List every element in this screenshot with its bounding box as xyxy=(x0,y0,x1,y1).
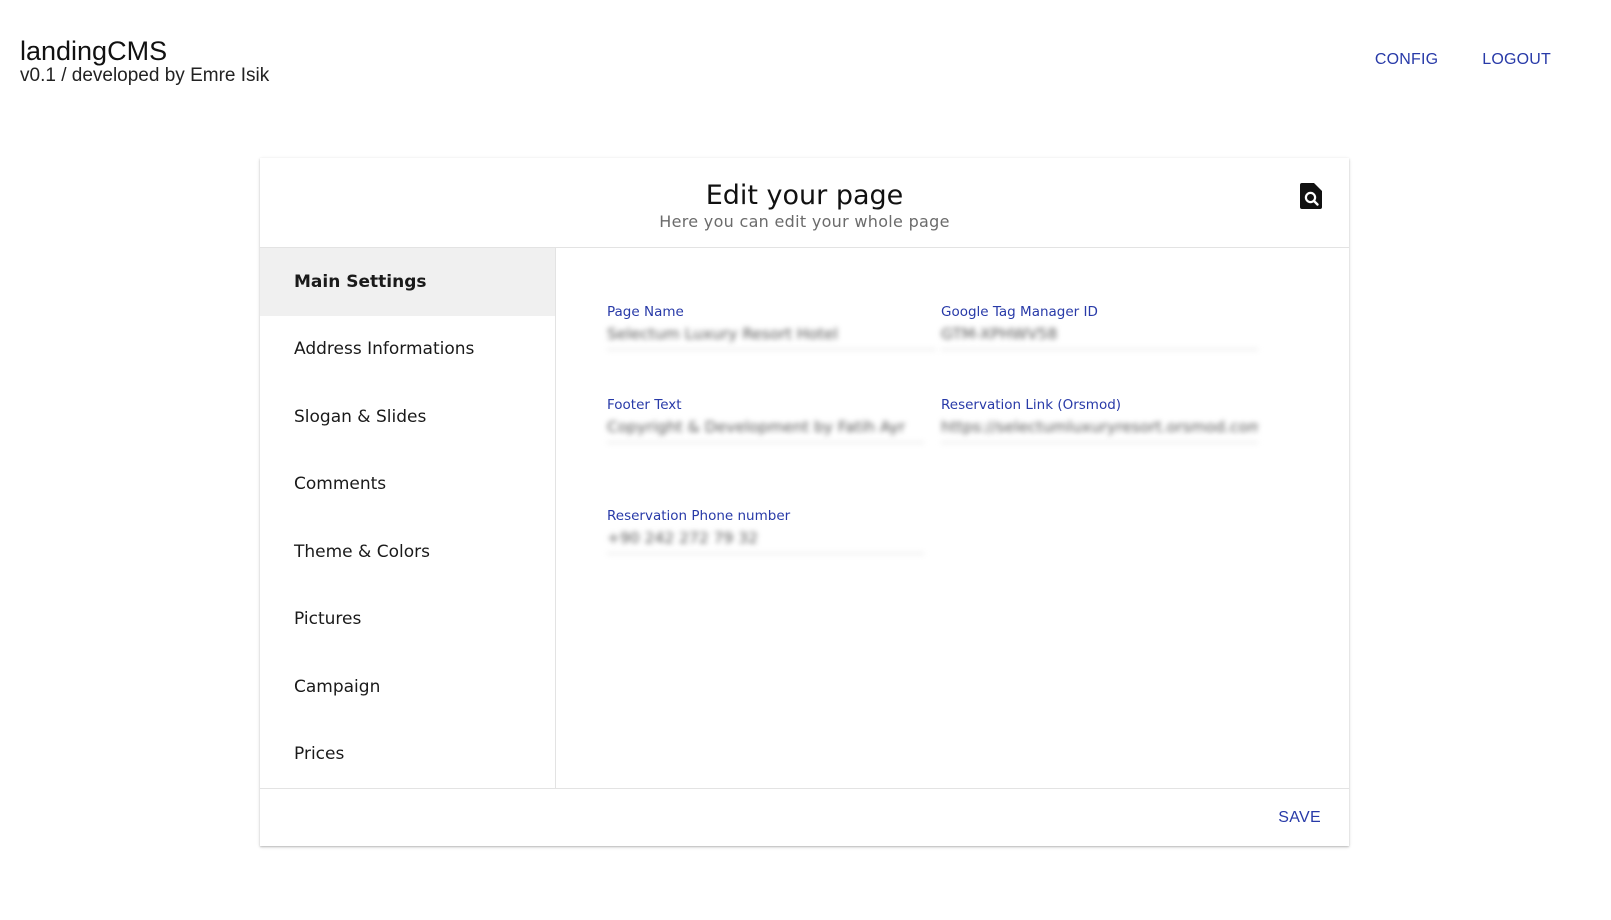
save-button[interactable]: SAVE xyxy=(1278,809,1321,827)
page-name-field: Page Name xyxy=(607,304,936,350)
page-subtitle: Here you can edit your whole page xyxy=(659,212,950,231)
sidebar-item-campaign[interactable]: Campaign xyxy=(260,653,555,721)
gtm-id-field: Google Tag Manager ID xyxy=(941,304,1258,350)
top-nav: CONFIG LOGOUT xyxy=(1375,51,1551,69)
sidebar-item-slogan-slides[interactable]: Slogan & Slides xyxy=(260,383,555,451)
editor-header: Edit your page Here you can edit your wh… xyxy=(260,158,1349,248)
page-name-label: Page Name xyxy=(607,304,684,320)
footer-text-input[interactable] xyxy=(607,416,924,443)
editor-footer: SAVE xyxy=(260,788,1349,847)
sidebar-item-theme-colors[interactable]: Theme & Colors xyxy=(260,518,555,586)
app-version-line: v0.1 / developed by Emre Isik xyxy=(20,65,270,86)
sidebar-item-address-informations[interactable]: Address Informations xyxy=(260,316,555,384)
page-name-input[interactable] xyxy=(607,323,936,350)
reservation-link-input[interactable] xyxy=(941,416,1258,443)
reservation-phone-label: Reservation Phone number xyxy=(607,508,791,524)
footer-text-label: Footer Text xyxy=(607,397,682,413)
app-header: landingCMS v0.1 / developed by Emre Isik… xyxy=(0,0,1611,110)
sidebar-item-comments[interactable]: Comments xyxy=(260,451,555,519)
brand: landingCMS v0.1 / developed by Emre Isik xyxy=(20,36,269,86)
app-title: landingCMS xyxy=(20,36,168,66)
footer-text-field: Footer Text xyxy=(607,397,924,443)
reservation-link-label: Reservation Link (Orsmod) xyxy=(941,397,1122,413)
find-in-page-icon[interactable] xyxy=(1300,183,1322,209)
config-link[interactable]: CONFIG xyxy=(1375,51,1438,69)
logout-link[interactable]: LOGOUT xyxy=(1482,51,1551,69)
sidebar-item-prices[interactable]: Prices xyxy=(260,721,555,789)
settings-sidebar: Main Settings Address Informations Sloga… xyxy=(260,248,556,788)
gtm-id-label: Google Tag Manager ID xyxy=(941,304,1098,320)
reservation-link-field: Reservation Link (Orsmod) xyxy=(941,397,1258,443)
page-title: Edit your page xyxy=(705,180,904,211)
reservation-phone-field: Reservation Phone number xyxy=(607,508,924,554)
main-settings-form: Page Name Google Tag Manager ID Footer T… xyxy=(556,248,1349,788)
editor-card: Edit your page Here you can edit your wh… xyxy=(260,158,1349,846)
sidebar-item-main-settings[interactable]: Main Settings xyxy=(260,248,555,316)
reservation-phone-input[interactable] xyxy=(607,527,924,554)
gtm-id-input[interactable] xyxy=(941,323,1258,350)
sidebar-item-pictures[interactable]: Pictures xyxy=(260,586,555,654)
